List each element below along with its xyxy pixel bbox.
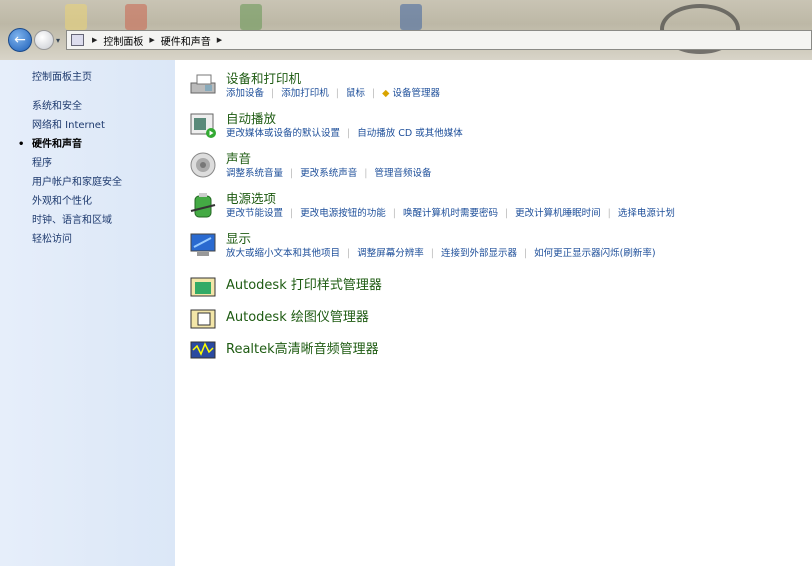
background-decoration [65, 4, 87, 30]
realtek-audio-manager[interactable]: Realtek高清晰音频管理器 [189, 336, 379, 364]
back-button[interactable]: ← [8, 28, 32, 52]
category-autoplay: 自动播放 更改媒体或设备的默认设置 | 自动播放 CD 或其他媒体 [189, 111, 463, 141]
chevron-right-icon[interactable]: ▶ [149, 36, 154, 44]
nav-control-panel-home[interactable]: 控制面板主页 [32, 68, 175, 87]
link-power-button[interactable]: 更改电源按钮的功能 [300, 208, 386, 219]
realtek-icon [190, 341, 216, 359]
category-title[interactable]: 设备和打印机 [226, 71, 440, 87]
folder-icon [190, 277, 216, 297]
link-refresh-rate[interactable]: 如何更正显示器闪烁(刷新率) [534, 248, 655, 259]
link-device-manager[interactable]: 设备管理器 [393, 88, 441, 99]
item-label[interactable]: Realtek高清晰音频管理器 [226, 342, 379, 358]
link-external-display[interactable]: 连接到外部显示器 [441, 248, 517, 259]
battery-icon [190, 193, 216, 218]
category-title[interactable]: 电源选项 [226, 191, 675, 207]
control-panel-icon [71, 34, 84, 46]
main-content: 设备和打印机 添加设备 | 添加打印机 | 鼠标 | ◆ 设备管理器 自动播放 更改媒体或设… [175, 60, 812, 566]
link-manage-audio[interactable]: 管理音频设备 [374, 168, 431, 179]
speaker-icon [190, 152, 216, 178]
link-autoplay-cd[interactable]: 自动播放 CD 或其他媒体 [357, 128, 463, 139]
link-add-printer[interactable]: 添加打印机 [281, 88, 329, 99]
link-add-device[interactable]: 添加设备 [226, 88, 264, 99]
nav-clock-language[interactable]: 时钟、语言和区域 [32, 211, 175, 230]
link-power-settings[interactable]: 更改节能设置 [226, 208, 283, 219]
breadcrumb-control-panel[interactable]: 控制面板 [103, 33, 143, 48]
category-sound: 声音 调整系统音量 | 更改系统声音 | 管理音频设备 [189, 151, 431, 181]
shield-icon: ◆ [382, 88, 390, 99]
forward-button[interactable] [34, 30, 54, 50]
item-label[interactable]: Autodesk 绘图仪管理器 [226, 310, 369, 326]
printer-icon [190, 74, 216, 94]
item-label[interactable]: Autodesk 打印样式管理器 [226, 278, 382, 294]
nav-ease-of-access[interactable]: 轻松访问 [32, 230, 175, 249]
background-decoration [240, 4, 262, 30]
background-decoration [400, 4, 422, 30]
left-navigation: 控制面板主页 系统和安全 网络和 Internet 硬件和声音 程序 用户帐户和… [0, 60, 175, 566]
recent-pages-dropdown[interactable]: ▾ [56, 36, 60, 45]
nav-network-internet[interactable]: 网络和 Internet [32, 116, 175, 135]
plotter-folder-icon [190, 309, 216, 329]
category-title[interactable]: 显示 [226, 231, 656, 247]
category-title[interactable]: 自动播放 [226, 111, 463, 127]
link-change-sounds[interactable]: 更改系统声音 [300, 168, 357, 179]
link-text-size[interactable]: 放大或缩小文本和其他项目 [226, 248, 340, 259]
breadcrumb-hardware-sound[interactable]: 硬件和声音 [161, 33, 211, 48]
chevron-right-icon[interactable]: ▶ [92, 36, 97, 44]
link-change-default-media[interactable]: 更改媒体或设备的默认设置 [226, 128, 340, 139]
nav-hardware-sound[interactable]: 硬件和声音 [18, 135, 175, 154]
arrow-left-icon: ← [14, 32, 26, 48]
nav-appearance[interactable]: 外观和个性化 [32, 192, 175, 211]
window-titlebar: ← ▾ ▶ 控制面板 ▶ 硬件和声音 ▶ [0, 0, 812, 60]
link-power-plan[interactable]: 选择电源计划 [618, 208, 675, 219]
nav-programs[interactable]: 程序 [32, 154, 175, 173]
link-sleep-time[interactable]: 更改计算机睡眠时间 [515, 208, 601, 219]
link-resolution[interactable]: 调整屏幕分辨率 [357, 248, 424, 259]
nav-user-accounts[interactable]: 用户帐户和家庭安全 [32, 173, 175, 192]
link-wake-password[interactable]: 唤醒计算机时需要密码 [403, 208, 498, 219]
autoplay-icon [190, 113, 216, 138]
autodesk-plotter-manager[interactable]: Autodesk 绘图仪管理器 [189, 304, 369, 332]
link-adjust-volume[interactable]: 调整系统音量 [226, 168, 283, 179]
chevron-right-icon[interactable]: ▶ [217, 36, 222, 44]
link-mouse[interactable]: 鼠标 [346, 88, 365, 99]
background-decoration [125, 4, 147, 30]
address-bar[interactable]: ▶ 控制面板 ▶ 硬件和声音 ▶ [66, 30, 812, 50]
category-title[interactable]: 声音 [226, 151, 431, 167]
category-devices-printers: 设备和打印机 添加设备 | 添加打印机 | 鼠标 | ◆ 设备管理器 [189, 71, 440, 101]
category-power: 电源选项 更改节能设置 | 更改电源按钮的功能 | 唤醒计算机时需要密码 | 更改计算机睡眠… [189, 191, 675, 221]
autodesk-plot-style-manager[interactable]: Autodesk 打印样式管理器 [189, 272, 382, 300]
category-display: 显示 放大或缩小文本和其他项目 | 调整屏幕分辨率 | 连接到外部显示器 | 如何更正显示器… [189, 231, 656, 261]
nav-system-security[interactable]: 系统和安全 [32, 97, 175, 116]
monitor-icon [190, 233, 216, 256]
